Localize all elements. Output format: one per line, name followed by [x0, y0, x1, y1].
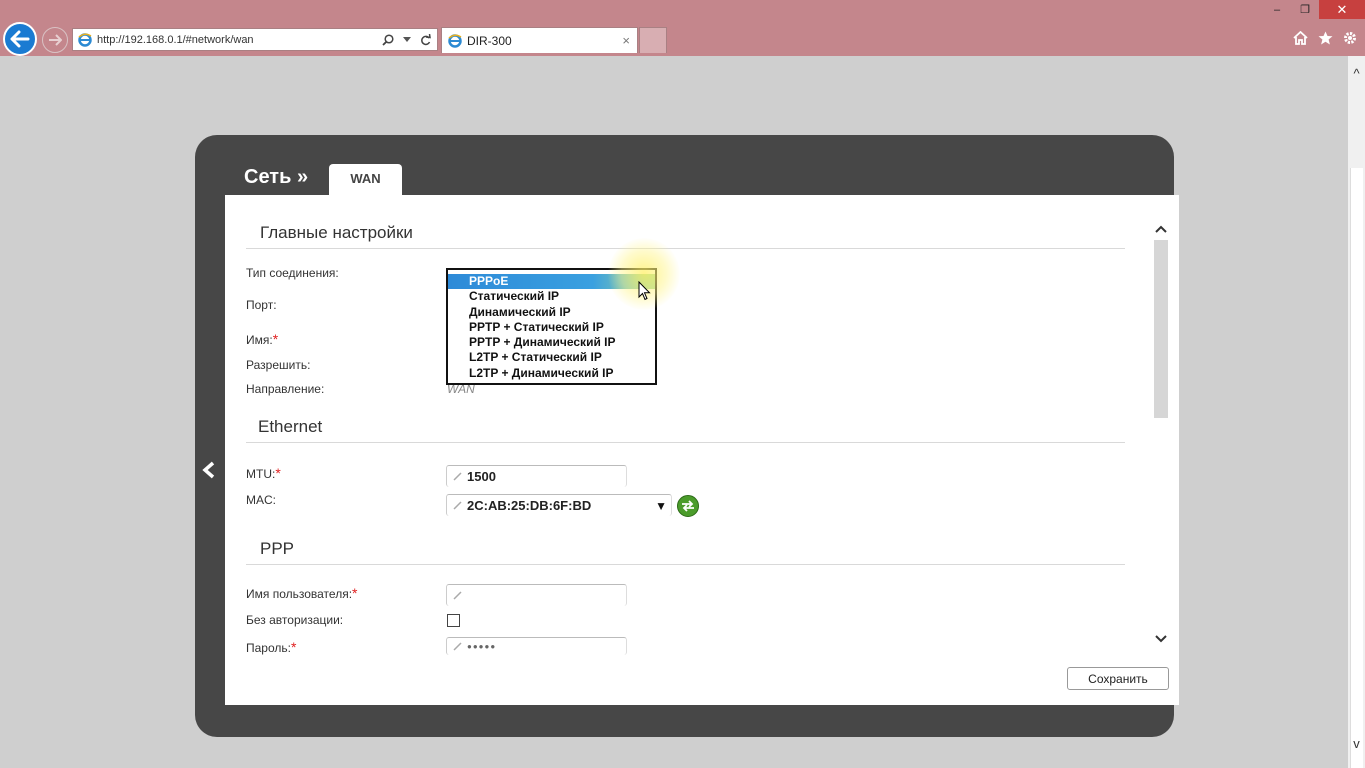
dropdown-option-l2tp-dynamic[interactable]: L2TP + Динамический IP — [448, 366, 655, 381]
forward-arrow-icon — [49, 34, 62, 46]
minimize-button[interactable]: – — [1263, 0, 1291, 19]
username-input[interactable] — [446, 584, 627, 606]
dropdown-option-dynamic-ip[interactable]: Динамический IP — [448, 305, 655, 320]
required-mark: * — [272, 331, 279, 347]
connection-type-dropdown[interactable]: PPPoE Статический IP Динамический IP PPT… — [446, 268, 657, 385]
name-label: Имя:* — [246, 331, 279, 347]
ie-icon — [78, 32, 92, 47]
pencil-icon — [453, 591, 463, 600]
pencil-icon — [453, 501, 463, 510]
browser-tools — [1293, 31, 1357, 45]
chevron-up-icon[interactable] — [1154, 220, 1168, 236]
pencil-icon — [453, 642, 463, 651]
back-button[interactable] — [3, 22, 37, 56]
refresh-icon[interactable] — [420, 33, 431, 46]
tab-dir-300[interactable]: DIR-300 × — [441, 27, 638, 53]
direction-label: Направление: — [246, 382, 325, 396]
mouse-cursor-icon — [638, 281, 651, 301]
required-mark: * — [352, 585, 358, 601]
collapse-arrow-icon[interactable] — [202, 459, 216, 485]
address-bar[interactable]: http://192.168.0.1/#network/wan — [72, 28, 438, 51]
save-button[interactable]: Сохранить — [1067, 667, 1169, 690]
password-value: ●●●●● — [467, 642, 497, 651]
scroll-down-icon[interactable]: v — [1348, 736, 1365, 751]
tab-wan[interactable]: WAN — [329, 164, 402, 196]
page-scrollbar[interactable]: ^ v — [1348, 56, 1365, 768]
close-window-button[interactable]: ✕ — [1319, 0, 1365, 19]
no-auth-checkbox[interactable] — [447, 614, 460, 627]
breadcrumb[interactable]: Сеть » — [244, 166, 308, 189]
clone-mac-button[interactable] — [677, 495, 699, 517]
close-tab-icon[interactable]: × — [622, 33, 630, 48]
settings-content: Главные настройки Тип соединения: Порт: … — [225, 195, 1179, 705]
mac-value: 2C:AB:25:DB:6F:BD — [467, 498, 592, 513]
new-tab-button[interactable] — [639, 27, 667, 53]
page-scroll-thumb[interactable] — [1350, 168, 1363, 768]
chevron-down-icon[interactable]: ▼ — [655, 499, 667, 513]
mtu-label: MTU:* — [246, 465, 281, 481]
restore-button[interactable]: ❐ — [1291, 0, 1319, 19]
dropdown-option-l2tp-static[interactable]: L2TP + Статический IP — [448, 350, 655, 365]
content-scrollbar[interactable] — [1154, 220, 1168, 650]
window-controls: – ❐ ✕ — [1263, 0, 1365, 19]
section-ppp: PPP — [246, 539, 1125, 565]
search-icon[interactable] — [382, 33, 394, 46]
address-url[interactable]: http://192.168.0.1/#network/wan — [97, 34, 382, 46]
required-mark: * — [275, 465, 281, 481]
refresh-arrows-icon — [682, 500, 694, 512]
ie-icon — [448, 33, 462, 48]
dropdown-option-pptp-static[interactable]: PPTP + Статический IP — [448, 320, 655, 335]
settings-gear-icon[interactable] — [1343, 31, 1357, 45]
mac-label: MAC: — [246, 493, 276, 507]
password-input[interactable]: ●●●●● — [446, 637, 627, 655]
dropdown-option-static-ip[interactable]: Статический IP — [448, 289, 655, 304]
home-icon[interactable] — [1293, 31, 1308, 45]
pencil-icon — [453, 472, 463, 481]
no-auth-label: Без авторизации: — [246, 613, 344, 627]
mtu-value: 1500 — [467, 469, 496, 484]
port-label: Порт: — [246, 298, 277, 312]
content-scroll-thumb[interactable] — [1154, 240, 1168, 418]
dropdown-option-pppoe[interactable]: PPPoE — [448, 274, 655, 290]
back-arrow-icon — [10, 30, 30, 48]
tab-title: DIR-300 — [467, 33, 512, 48]
section-ethernet: Ethernet — [246, 417, 1125, 443]
allow-label: Разрешить: — [246, 358, 311, 372]
forward-button[interactable] — [42, 27, 68, 53]
section-main-settings: Главные настройки — [246, 223, 1125, 249]
browser-chrome: http://192.168.0.1/#network/wan DIR-300 … — [0, 0, 1365, 56]
required-mark: * — [290, 639, 297, 655]
favorites-star-icon[interactable] — [1318, 31, 1333, 45]
dropdown-option-pptp-dynamic[interactable]: PPTP + Динамический IP — [448, 335, 655, 350]
scroll-up-icon[interactable]: ^ — [1348, 66, 1365, 81]
mtu-input[interactable]: 1500 — [446, 465, 627, 487]
username-label: Имя пользователя:* — [246, 585, 358, 601]
router-panel: Сеть » WAN Главные настройки Тип соедине… — [195, 135, 1179, 737]
mac-select[interactable]: 2C:AB:25:DB:6F:BD ▼ — [446, 494, 672, 516]
chevron-down-icon[interactable] — [1154, 630, 1168, 646]
connection-type-label: Тип соединения: — [246, 266, 339, 280]
dropdown-arrow-icon[interactable] — [403, 36, 411, 43]
password-label: Пароль:* — [246, 639, 297, 655]
